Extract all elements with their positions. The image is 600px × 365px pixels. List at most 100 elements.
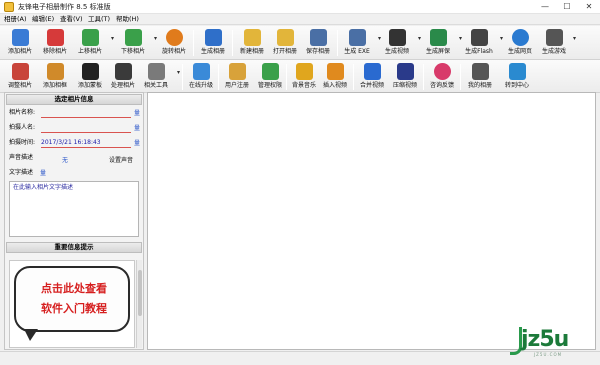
screensaver-icon	[429, 29, 447, 46]
photo-info-header: 选定相片信息	[6, 94, 142, 105]
toolbar-separator	[353, 64, 354, 90]
permission-button[interactable]: 管理权限	[253, 60, 287, 92]
move-up-icon	[81, 29, 99, 46]
toolbar-separator	[337, 30, 338, 56]
left-panel: 选定相片信息 相片名称: 量 拍摄人名: 量 拍摄时间: 2017/3/21 1…	[4, 92, 144, 350]
shoot-time-field[interactable]: 2017/3/21 16:18:43	[41, 139, 131, 148]
exe-icon	[348, 29, 366, 46]
webpage-button[interactable]: 生成网页	[503, 26, 537, 58]
upgrade-button[interactable]: 在线升级	[184, 60, 218, 92]
photographer-field[interactable]	[41, 124, 131, 133]
video-button[interactable]: 生成视频 ▾	[380, 26, 421, 58]
compress-video-button[interactable]: 压缩视频	[388, 60, 422, 92]
menu-tools[interactable]: 工具(T)	[88, 15, 110, 24]
tip-line-2: 软件入门教程	[41, 302, 107, 315]
feedback-button[interactable]: 咨询反馈	[425, 60, 459, 92]
sound-label: 声音描述	[9, 154, 34, 161]
music-button[interactable]: 背景音乐	[287, 60, 321, 92]
remove-photo-button[interactable]: 移除相片	[38, 26, 72, 58]
permission-icon	[261, 63, 279, 80]
site-watermark: jz5u JZ5U.COM	[506, 327, 596, 357]
text-desc-label: 文字描述	[9, 169, 34, 176]
register-button[interactable]: 用户注册	[220, 60, 254, 92]
title-bar: 友锋电子相册制作 8.5 标准版 — ☐ ✕	[0, 0, 600, 14]
toolbar-separator	[423, 64, 424, 90]
move-down-icon	[124, 29, 142, 46]
menu-help[interactable]: 帮助(H)	[116, 15, 139, 24]
tips-header: 重要信息提示	[6, 242, 142, 253]
new-album-icon	[243, 29, 261, 46]
tip-line-1: 点击此处查看	[41, 282, 107, 295]
shoot-time-edit-button[interactable]: 量	[133, 140, 141, 148]
new-album-button[interactable]: 新建相册	[235, 26, 269, 58]
add-photo-button[interactable]: 添加相片	[3, 26, 37, 58]
move-up-dropdown-icon[interactable]: ▾	[111, 35, 114, 42]
add-mask-icon	[81, 63, 99, 80]
add-photo-icon	[11, 29, 29, 46]
bubble-tail	[24, 329, 38, 341]
description-input[interactable]: 在此输入相片文字描述	[9, 181, 139, 237]
game-button[interactable]: 生成游戏 ▾	[539, 26, 576, 58]
window-title: 友锋电子相册制作 8.5 标准版	[18, 3, 111, 11]
my-album-icon	[471, 63, 489, 80]
upgrade-icon	[192, 63, 210, 80]
toolbar-separator	[232, 30, 233, 56]
insert-video-button[interactable]: 插入视频	[318, 60, 352, 92]
album-canvas[interactable]	[147, 92, 596, 350]
screensaver-button[interactable]: 生成屏保 ▾	[421, 26, 462, 58]
tools-dropdown-icon[interactable]: ▾	[177, 69, 180, 76]
toolbar-separator	[218, 64, 219, 90]
game-icon	[545, 29, 563, 46]
tutorial-tip[interactable]: 点击此处查看 软件入门教程	[9, 260, 135, 348]
process-photo-button[interactable]: 处理相片	[106, 60, 140, 92]
register-icon	[228, 63, 246, 80]
shoot-time-label: 拍摄时间:	[9, 139, 36, 146]
photo-name-field[interactable]	[41, 109, 131, 118]
build-album-icon	[204, 29, 222, 46]
rotate-photo-button[interactable]: 旋转相片	[157, 26, 191, 58]
feedback-icon	[433, 63, 451, 80]
adjust-photo-icon	[11, 63, 29, 80]
my-album-button[interactable]: 我的相册	[463, 60, 497, 92]
tools-button[interactable]: 相关工具 ▾	[139, 60, 180, 92]
game-dropdown-icon[interactable]: ▾	[573, 35, 576, 42]
open-album-button[interactable]: 打开相册	[268, 26, 302, 58]
main-toolbar: 添加相片 移除相片 上移相片 ▾ 下移相片 ▾ 旋转相片 生成相册 新建相册 打…	[0, 26, 600, 60]
photo-name-edit-button[interactable]: 量	[133, 110, 141, 118]
goto-center-button[interactable]: 转到中心	[500, 60, 534, 92]
add-frame-button[interactable]: 添加相框	[38, 60, 72, 92]
toolbar-separator	[182, 64, 183, 90]
add-mask-button[interactable]: 添加蒙板	[73, 60, 107, 92]
open-album-icon	[276, 29, 294, 46]
menu-album[interactable]: 相册(A)	[4, 15, 27, 24]
save-album-icon	[309, 29, 327, 46]
tip-scrollbar[interactable]	[136, 260, 142, 348]
maximize-button[interactable]: ☐	[556, 0, 578, 13]
toolbar-separator	[193, 30, 194, 56]
move-up-button[interactable]: 上移相片 ▾	[73, 26, 114, 58]
save-album-button[interactable]: 保存相册	[301, 26, 335, 58]
set-sound-button[interactable]: 设置声音	[109, 155, 133, 164]
menu-bar: 相册(A) 编辑(E) 查看(V) 工具(T) 帮助(H)	[0, 14, 600, 25]
secondary-toolbar: 调整相片 添加相框 添加蒙板 处理相片 相关工具 ▾ 在线升级 用户注册 管理权…	[0, 60, 600, 93]
photo-name-label: 相片名称:	[9, 109, 36, 116]
move-down-button[interactable]: 下移相片 ▾	[116, 26, 157, 58]
flash-button[interactable]: 生成Flash ▾	[462, 26, 503, 58]
sound-value: 无	[62, 157, 69, 164]
merge-video-icon	[363, 63, 381, 80]
build-album-button[interactable]: 生成相册	[196, 26, 230, 58]
minimize-button[interactable]: —	[534, 0, 556, 13]
remove-photo-icon	[46, 29, 64, 46]
rotate-photo-icon	[165, 29, 183, 46]
menu-edit[interactable]: 编辑(E)	[32, 15, 54, 24]
text-desc-edit-button[interactable]: 量	[39, 170, 47, 178]
exe-button[interactable]: 生成 EXE ▾	[340, 26, 381, 58]
photographer-edit-button[interactable]: 量	[133, 125, 141, 133]
merge-video-button[interactable]: 合并视频	[355, 60, 389, 92]
toolbar-separator	[460, 64, 461, 90]
close-button[interactable]: ✕	[578, 0, 600, 13]
scrollbar-thumb[interactable]	[138, 270, 142, 316]
process-photo-icon	[114, 63, 132, 80]
adjust-photo-button[interactable]: 调整相片	[3, 60, 37, 92]
menu-view[interactable]: 查看(V)	[60, 15, 83, 24]
